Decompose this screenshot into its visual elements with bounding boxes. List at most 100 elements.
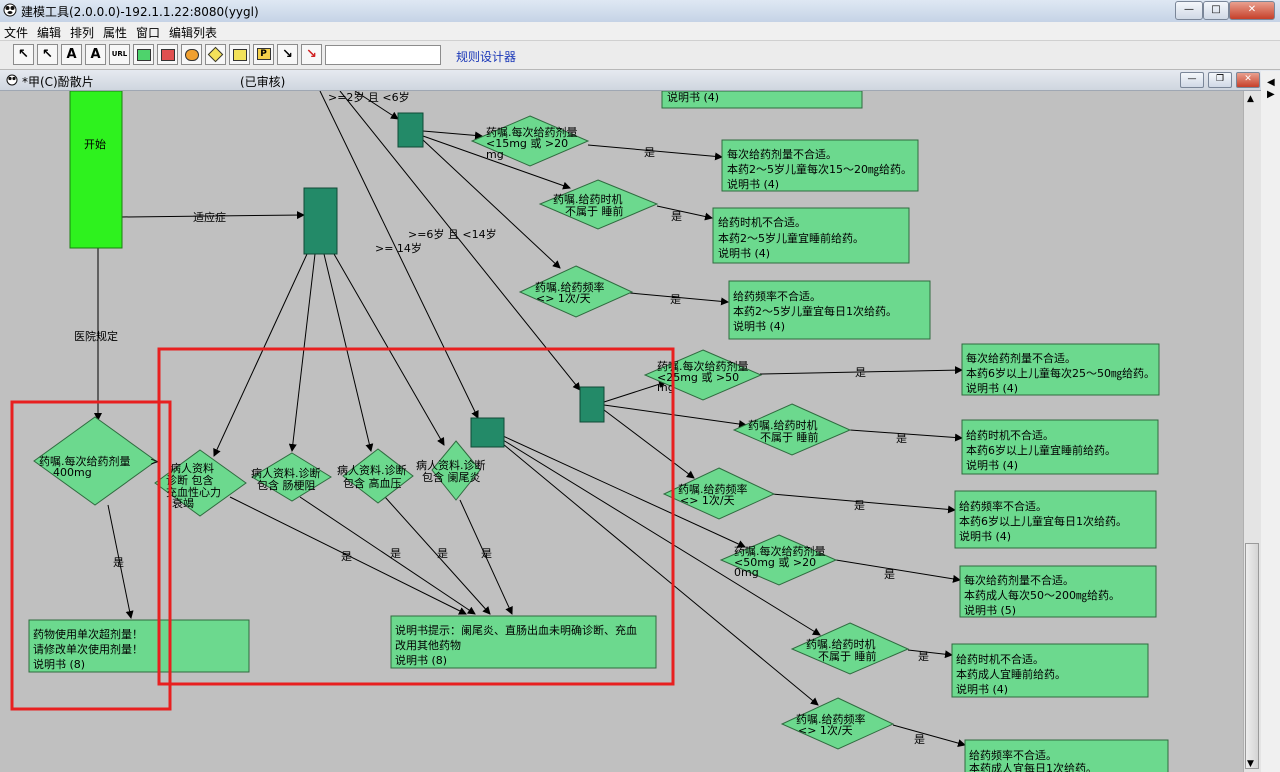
start-node[interactable] (69, 91, 123, 249)
junction-age-2-6[interactable] (397, 112, 424, 148)
edge-yes-2-6-time (656, 205, 713, 221)
box-line: 每次给药剂量不合适。 (966, 351, 1076, 365)
condition-tool[interactable] (181, 44, 202, 65)
vertical-scrollbar[interactable]: ▲ ▼ (1243, 91, 1261, 772)
edge-label-yes: 是 (854, 499, 865, 512)
toolbar: ↖ ↖ A A A URL P ↘ ↘ 规则设计器 (0, 41, 1280, 70)
edge-label-age-14: >= 14岁 (375, 241, 422, 255)
rule-designer-link[interactable]: 规则设计器 (456, 48, 516, 65)
green-box-icon (136, 48, 151, 61)
doc-restore-icon: ❐ (1215, 74, 1225, 84)
edge-6-14-freq (603, 409, 695, 479)
menu-edit-list[interactable]: 编辑列表 (169, 24, 217, 41)
document-bar: *甲(C)酚散片 (已审核) — ❐ ✕ (0, 70, 1280, 91)
doc-minimize-button[interactable]: — (1180, 72, 1204, 88)
menu-file[interactable]: 文件 (4, 24, 28, 41)
edge-yes-2-6-dose (587, 144, 723, 161)
p-box-tool[interactable]: P (253, 44, 274, 65)
menu-arrange[interactable]: 排列 (70, 24, 94, 41)
pointer-tool[interactable]: ↖ (13, 44, 34, 65)
box-line: 说明书 (4) (966, 458, 1018, 472)
diamond-icon (207, 46, 224, 63)
diamond-line: 病人资料 (170, 461, 214, 475)
url-tool[interactable]: URL (109, 44, 130, 65)
menu-window[interactable]: 窗口 (136, 24, 160, 41)
box-line: 本药6岁以上儿童宜睡前给药。 (966, 443, 1116, 457)
box-line: 说明书 (5) (964, 603, 1016, 617)
green-box-tool[interactable] (133, 44, 154, 65)
box-line: 说明书 (8) (395, 653, 447, 667)
diamond-line: 包含 阑尾炎 (422, 470, 481, 484)
red-arrow-tool[interactable]: ↘ (301, 44, 322, 65)
edge-heart (213, 253, 308, 457)
menu-properties[interactable]: 属性 (103, 24, 127, 41)
red-arrow-line-icon: ↘ (306, 47, 317, 62)
box-line: 每次给药剂量不合适。 (964, 573, 1074, 587)
arrow-line-icon: ↘ (282, 47, 293, 62)
flow-canvas[interactable]: 适应症 医院规定 >=2岁 且 <6岁 >=6岁 且 <14岁 >= 14岁 是… (0, 91, 1260, 772)
box-line: 本药6岁以上儿童宜每日1次给药。 (959, 514, 1127, 528)
scrollbar-thumb[interactable] (1245, 543, 1259, 769)
diamond-line: 400mg (53, 466, 92, 479)
edge-label-yes: 是 (644, 146, 655, 159)
box-line: 说明书 (4) (959, 529, 1011, 543)
junction-indication[interactable] (303, 187, 338, 255)
edge-label-hospital: 医院规定 (74, 329, 118, 343)
expand-arrow-icon[interactable]: ▶ (1267, 89, 1275, 100)
edge-label-age-6-14: >=6岁 且 <14岁 (408, 227, 497, 241)
box-line: 本药成人宜每日1次给药。 (969, 761, 1097, 772)
diamond-line: <> 1次/天 (798, 723, 853, 737)
close-button[interactable]: ✕ (1229, 1, 1275, 20)
junction-age-14[interactable] (470, 417, 505, 448)
url-icon: URL (111, 50, 128, 58)
red-box-tool[interactable] (157, 44, 178, 65)
box-line: 请修改单次使用剂量！ (33, 642, 143, 656)
collapse-arrow-icon[interactable]: ◀ (1267, 77, 1275, 88)
box-line: 给药时机不合适。 (718, 215, 806, 229)
menu-edit[interactable]: 编辑 (37, 24, 61, 41)
text-icon: A (66, 47, 77, 62)
minimize-button[interactable]: — (1175, 1, 1203, 20)
box-line: 给药时机不合适。 (966, 428, 1054, 442)
junction-age-6-14[interactable] (579, 386, 605, 423)
diamond-line: 0mg (734, 566, 759, 579)
diamond-line: 不属于 睡前 (565, 204, 624, 218)
box-line: 给药频率不合适。 (969, 748, 1057, 762)
scroll-up-icon[interactable]: ▲ (1247, 94, 1254, 104)
edge-yes-bowel (299, 496, 476, 615)
diamond-line: 病人资料.诊断 (251, 466, 321, 480)
condition-icon (184, 48, 199, 61)
box-line: 说明书提示：阑尾炎、直肠出血未明确诊断、充血 (395, 623, 637, 637)
edge-label-yes: 是 (914, 733, 925, 746)
toolbar-input[interactable] (325, 45, 441, 65)
edge-label-yes: 是 (481, 547, 492, 560)
text-tool[interactable]: A (61, 44, 82, 65)
diamond-line: 包含 高血压 (343, 476, 402, 490)
diamond-line: <> 1次/天 (680, 493, 735, 507)
box-line: 说明书 (4) (956, 682, 1008, 696)
scroll-down-icon[interactable]: ▼ (1247, 759, 1254, 769)
doc-close-button[interactable]: ✕ (1236, 72, 1260, 88)
edge-6-14-time (603, 404, 747, 428)
arrow-tool[interactable]: ↘ (277, 44, 298, 65)
pointer-icon: ↖ (18, 47, 29, 62)
document-logo-icon (6, 74, 18, 86)
edge-label-yes: 是 (896, 432, 907, 445)
box-line: 说明书 (4) (966, 381, 1018, 395)
edge-label-yes: 是 (113, 556, 124, 569)
edge-bowel (288, 253, 316, 452)
select-tool[interactable]: ↖ (37, 44, 58, 65)
box-line: 给药频率不合适。 (733, 289, 821, 303)
edge-label-yes: 是 (390, 547, 401, 560)
text-style-tool[interactable]: A (85, 44, 106, 65)
maximize-button[interactable]: □ (1203, 1, 1229, 20)
edge-label-yes: 是 (855, 366, 866, 379)
diamond-line: 诊断 包含 (166, 473, 214, 487)
yellow-box-tool[interactable] (229, 44, 250, 65)
doc-restore-button[interactable]: ❐ (1208, 72, 1232, 88)
diamond-tool[interactable] (205, 44, 226, 65)
document-status: (已审核) (240, 75, 286, 89)
edge-label-yes: 是 (437, 547, 448, 560)
edge-label-yes: 是 (670, 293, 681, 306)
box-line: 本药成人每次50～200㎎给药。 (964, 588, 1120, 602)
